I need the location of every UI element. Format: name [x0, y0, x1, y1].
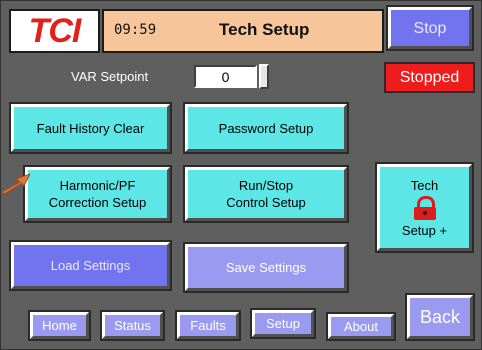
fault-history-clear-button[interactable]: Fault History Clear	[9, 102, 172, 154]
tech-button-line1: Tech	[410, 177, 439, 193]
hmi-screen: TCI 09:59 Tech Setup Stop Stopped VAR Se…	[0, 0, 482, 350]
header-bar: 09:59 Tech Setup	[102, 9, 384, 53]
nav-status-button[interactable]: Status	[100, 310, 165, 341]
password-setup-button[interactable]: Password Setup	[183, 102, 349, 154]
var-setpoint-input[interactable]: 0	[194, 65, 257, 88]
stop-button[interactable]: Stop	[386, 5, 474, 51]
nav-setup-button[interactable]: Setup	[250, 308, 316, 339]
nav-faults-button[interactable]: Faults	[175, 310, 241, 341]
status-badge: Stopped	[384, 62, 475, 93]
clock-time: 09:59	[114, 22, 157, 38]
nav-home-button[interactable]: Home	[28, 310, 91, 341]
run-stop-button-line1: Run/Stop	[238, 178, 294, 193]
save-settings-button[interactable]: Save Settings	[183, 242, 349, 293]
load-settings-button[interactable]: Load Settings	[9, 240, 172, 291]
lock-icon	[412, 195, 438, 220]
harmonic-button-line2: Correction Setup	[48, 195, 147, 210]
arrow-icon	[1, 173, 30, 195]
run-stop-control-setup-button[interactable]: Run/Stop Control Setup	[183, 165, 349, 223]
nav-about-button[interactable]: About	[326, 312, 396, 341]
harmonic-pf-correction-setup-button[interactable]: Harmonic/PF Correction Setup	[23, 165, 172, 223]
harmonic-button-line1: Harmonic/PF	[59, 178, 136, 193]
var-setpoint-slider-handle[interactable]	[259, 64, 269, 89]
tech-setup-plus-button[interactable]: Tech Setup +	[375, 162, 474, 253]
logo-text: TCI	[28, 11, 82, 50]
var-setpoint-label: VAR Setpoint	[71, 69, 149, 84]
page-title: Tech Setup	[219, 20, 310, 39]
run-stop-button-line2: Control Setup	[226, 195, 306, 210]
tech-button-line2: Setup +	[401, 222, 448, 238]
tci-logo: TCI	[9, 9, 100, 53]
back-button[interactable]: Back	[405, 293, 475, 341]
